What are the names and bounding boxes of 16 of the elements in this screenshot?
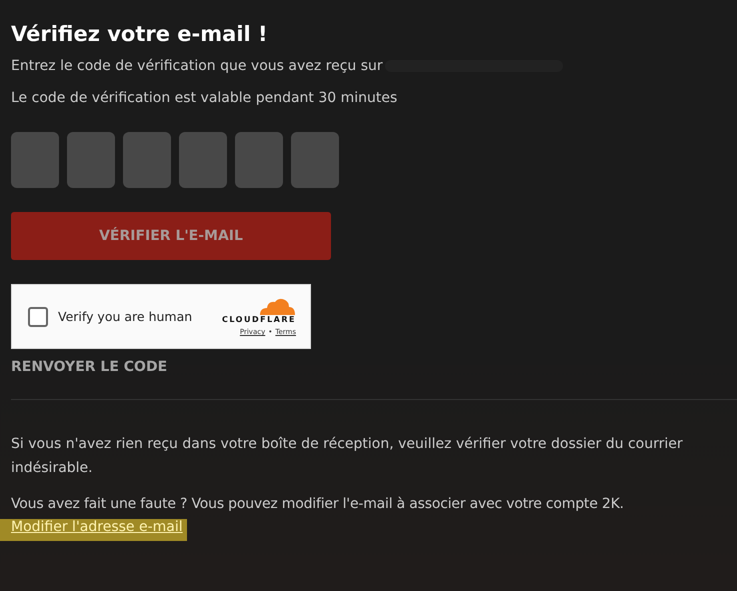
mistake-note: Vous avez fait une faute ? Vous pouvez modifier l'e-mail à associer avec votre compte 2K. [11, 495, 625, 514]
code-input[interactable] [235, 132, 283, 188]
code-input[interactable] [11, 132, 59, 188]
cloud-icon [258, 297, 296, 315]
resend-link[interactable]: RENVOYER LE CODE [11, 359, 168, 375]
code-input[interactable] [67, 132, 115, 188]
code-input[interactable] [291, 132, 339, 188]
validity-text: Le code de vérification est valable pendant 30 minutes [11, 90, 398, 106]
captcha-checkbox[interactable] [28, 306, 48, 326]
instruction-text: Entrez le code de vérification que vous avez reçu sur [11, 58, 383, 74]
page-title: Vérifiez votre e-mail ! [11, 22, 269, 46]
spam-note: Si vous n'avez rien reçu dans votre boîte de réception, veuillez vérifier votre dossier du courrier indésirable. [11, 435, 684, 478]
code-input[interactable] [179, 132, 227, 188]
code-input[interactable] [123, 132, 171, 188]
brand-name: CLOUDFLARE [222, 315, 296, 324]
captcha-label: Verify you are human [58, 309, 192, 324]
